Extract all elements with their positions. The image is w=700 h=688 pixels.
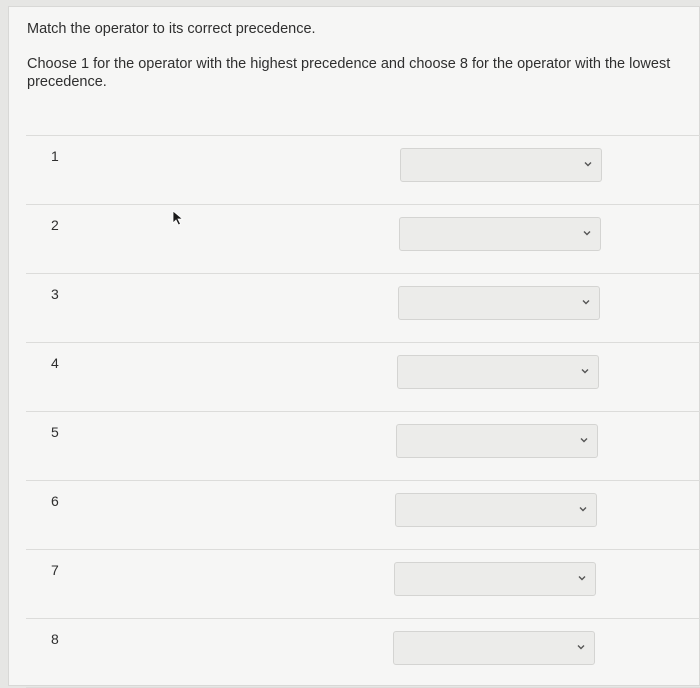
operator-dropdown-8[interactable] [393,631,595,665]
operator-dropdown-5[interactable] [396,424,598,458]
mouse-pointer-icon [172,210,184,226]
chevron-down-icon [584,162,592,167]
row-number: 8 [51,631,59,647]
chevron-down-icon [579,507,587,512]
chevron-down-icon [583,231,591,236]
chevron-down-icon [581,369,589,374]
operator-dropdown-3[interactable] [398,286,600,320]
row-number: 6 [51,493,59,509]
row-number: 7 [51,562,59,578]
question-title: Match the operator to its correct preced… [27,21,316,37]
question-card: Match the operator to its correct preced… [8,6,700,688]
match-row: 5 [26,411,700,480]
row-number: 5 [51,424,59,440]
row-number: 4 [51,355,59,371]
match-row: 3 [26,273,700,342]
match-list: 1 2 3 4 5 6 7 8 [26,135,700,688]
chevron-down-icon [577,645,585,650]
operator-dropdown-6[interactable] [395,493,597,527]
match-row: 1 [26,135,700,204]
row-number: 2 [51,217,59,233]
operator-dropdown-1[interactable] [400,148,602,182]
match-row: 7 [26,549,700,618]
chevron-down-icon [582,300,590,305]
match-row: 4 [26,342,700,411]
match-row: 2 [26,204,700,273]
row-number: 3 [51,286,59,302]
operator-dropdown-2[interactable] [399,217,601,251]
operator-dropdown-7[interactable] [394,562,596,596]
match-row: 6 [26,480,700,549]
chevron-down-icon [578,576,586,581]
operator-dropdown-4[interactable] [397,355,599,389]
question-instructions: Choose 1 for the operator with the highe… [27,56,671,90]
chevron-down-icon [580,438,588,443]
row-number: 1 [51,148,59,164]
match-row: 8 [26,618,700,688]
